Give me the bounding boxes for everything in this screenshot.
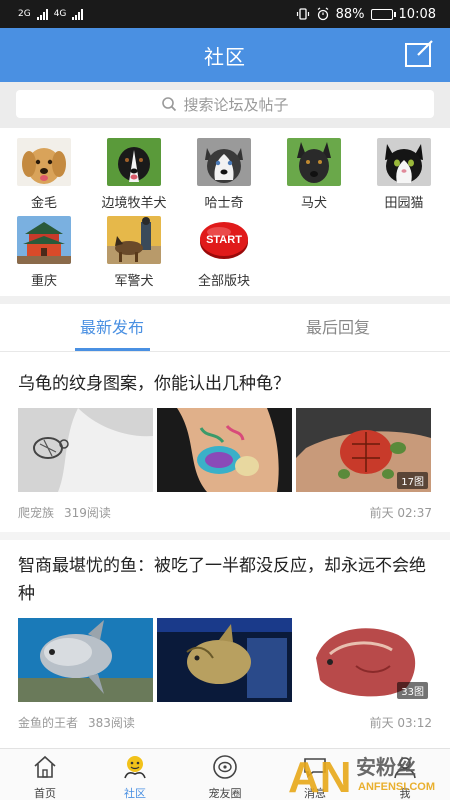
post-divider <box>0 532 450 540</box>
section-divider <box>0 296 450 304</box>
post-image[interactable]: 17图 <box>296 408 431 492</box>
post-author[interactable]: 爬宠族 <box>18 506 54 520</box>
category-label: 重庆 <box>30 274 57 289</box>
status-right: 88% 10:08 <box>296 7 436 22</box>
post-images: 17图 <box>18 408 431 492</box>
nav-label: 社区 <box>124 787 146 800</box>
active-tab-indicator <box>75 348 150 351</box>
category-chongqing[interactable]: 重庆 <box>4 216 84 289</box>
vibrate-icon <box>296 8 309 20</box>
category-malinois[interactable]: 马犬 <box>274 138 354 211</box>
alarm-icon <box>317 7 328 21</box>
chongqing-building-icon <box>17 216 71 264</box>
nav-home[interactable]: 首页 <box>0 749 90 800</box>
category-label: 哈士奇 <box>204 196 244 211</box>
category-border-collie[interactable]: 边境牧羊犬 <box>94 138 174 211</box>
police-dog-icon <box>107 216 161 264</box>
category-label: 全部版块 <box>197 274 250 289</box>
post-image[interactable] <box>18 408 153 492</box>
post-reads: 319阅读 <box>64 506 111 520</box>
post-title[interactable]: 乌龟的纹身图案，你能认出几种龟？ <box>18 370 436 398</box>
status-bar: 2G 4G 88% 10:08 <box>0 0 450 28</box>
signal-icon-2 <box>72 8 84 20</box>
post-image[interactable] <box>157 408 292 492</box>
category-label: 军警犬 <box>114 274 154 289</box>
nav-label: 宠友圈 <box>208 787 242 800</box>
signal-icon <box>36 8 48 20</box>
category-label: 金毛 <box>30 196 57 211</box>
search-input[interactable]: 搜索论坛及帖子 <box>16 90 434 118</box>
category-husky[interactable]: 哈士奇 <box>184 138 264 211</box>
watermark-brand: AN <box>288 753 352 800</box>
post-meta: 金鱼的王者 383阅读 前天 03:12 <box>18 714 432 731</box>
post-tabs: 最新发布 最后回复 <box>0 304 450 352</box>
malinois-icon <box>287 138 341 186</box>
search-placeholder: 搜索论坛及帖子 <box>183 95 289 114</box>
network-label-1: 2G <box>18 9 31 19</box>
nav-community[interactable]: 社区 <box>90 749 180 800</box>
start-badge-text: START <box>206 234 242 246</box>
cat-icon <box>377 138 431 186</box>
post-time: 前天 02:37 <box>369 506 432 520</box>
category-label: 马犬 <box>300 196 327 211</box>
watermark-logo: AN 安粉丝 ANFENSI.COM <box>284 748 444 800</box>
tab-latest[interactable]: 最新发布 <box>37 304 187 352</box>
post-image[interactable] <box>157 618 292 702</box>
image-count-badge: 33图 <box>397 682 428 699</box>
clock: 10:08 <box>398 6 436 22</box>
golden-retriever-icon <box>17 138 71 186</box>
category-police-dog[interactable]: 军警犬 <box>94 216 174 289</box>
home-icon <box>34 755 56 778</box>
compose-icon <box>405 40 433 67</box>
app-header: 社区 <box>0 28 450 82</box>
start-button-icon: START <box>197 216 251 264</box>
search-icon <box>162 97 177 112</box>
post-meta: 爬宠族 319阅读 前天 02:37 <box>18 504 432 521</box>
category-cat[interactable]: 田园猫 <box>364 138 444 211</box>
category-label: 田园猫 <box>384 196 424 211</box>
post-image[interactable]: 33图 <box>296 618 431 702</box>
post-image[interactable] <box>18 618 153 702</box>
post-reads: 383阅读 <box>88 716 135 730</box>
nav-label: 首页 <box>34 787 56 800</box>
post-title[interactable]: 智商最堪忧的鱼：被吃了一半都没反应，却永远不会绝种 <box>18 552 436 608</box>
tab-last-reply[interactable]: 最后回复 <box>263 304 413 352</box>
husky-icon <box>197 138 251 186</box>
image-count-badge: 17图 <box>397 472 428 489</box>
post-author[interactable]: 金鱼的王者 <box>18 716 78 730</box>
pet-circle-icon <box>213 755 237 779</box>
community-icon <box>124 756 146 779</box>
category-all-boards[interactable]: START 全部版块 <box>184 216 264 289</box>
watermark-text: 安粉丝 <box>356 755 416 779</box>
search-bar: 搜索论坛及帖子 <box>0 82 450 128</box>
page-title: 社区 <box>204 44 246 69</box>
battery-icon <box>370 8 396 20</box>
post-item[interactable]: 乌龟的纹身图案，你能认出几种龟？ 17图 爬宠族 319阅读 前天 02:37 <box>0 352 450 532</box>
post-time: 前天 03:12 <box>369 716 432 730</box>
battery-percent: 88% <box>335 6 365 22</box>
network-label-2: 4G <box>53 9 67 19</box>
category-grid: 金毛 边境牧羊犬 哈士奇 马犬 田园猫 重庆 军警犬 START 全部版块 <box>0 128 450 296</box>
category-label: 边境牧羊犬 <box>101 196 167 211</box>
signal-area: 2G 4G <box>18 8 84 20</box>
watermark-sub: ANFENSI.COM <box>358 781 435 793</box>
post-item[interactable]: 智商最堪忧的鱼：被吃了一半都没反应，却永远不会绝种 33图 金鱼的王者 383阅读… <box>0 540 450 748</box>
category-golden-retriever[interactable]: 金毛 <box>4 138 84 211</box>
border-collie-icon <box>107 138 161 186</box>
post-images: 33图 <box>18 618 431 702</box>
nav-pet-friends[interactable]: 宠友圈 <box>180 749 270 800</box>
compose-button[interactable] <box>404 40 434 68</box>
